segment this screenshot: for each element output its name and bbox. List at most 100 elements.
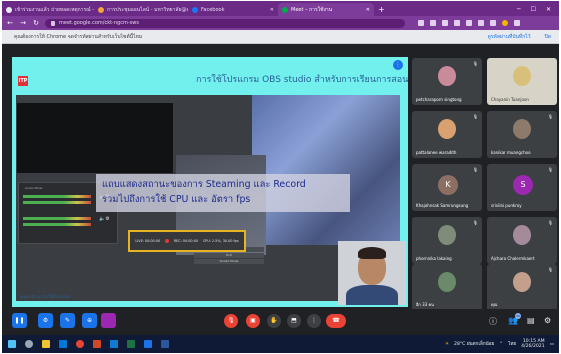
weather-icon: ☀ <box>444 341 450 347</box>
presenter-shirt <box>346 285 398 305</box>
participant-tile[interactable]: 🎙 kanikar muangchoo <box>487 111 557 158</box>
participant-tile-more[interactable]: อีก 33 คน <box>412 264 482 311</box>
participant-name: pattalanee waradith <box>416 150 457 155</box>
color-swatch-button[interactable] <box>101 313 116 328</box>
obs-menu-item[interactable]: Exit <box>194 253 264 258</box>
browser-tab-1[interactable]: เข้าร่วมงานแล้ว ถ่ายทอดเหตุการณ์ - Googl… <box>2 3 94 16</box>
volume-icon[interactable]: 🔈⚙ <box>99 216 110 222</box>
participant-tile[interactable]: 🎙 petcharaporn singtong <box>412 58 482 105</box>
browser-tab-strip: เข้าร่วมงานแล้ว ถ่ายทอดเหตุการณ์ - Googl… <box>2 1 559 16</box>
participant-tile[interactable]: 🎙 Ajchara Chalermkaert <box>487 217 557 264</box>
back-icon[interactable]: ← <box>6 19 14 27</box>
end-call-button[interactable]: ☎ <box>326 314 346 328</box>
participant-avatar-letter: K <box>438 175 458 195</box>
meet-icon <box>282 6 288 13</box>
browser-tab-3[interactable]: Facebook ✕ <box>188 3 278 16</box>
mic-off-icon: 🎙 <box>547 167 553 172</box>
participant-photo <box>438 66 456 86</box>
settings-gear-icon[interactable]: ⚙ <box>38 313 53 328</box>
participant-tile[interactable]: Chayanin Tuanjoon <box>487 58 557 105</box>
notification-icon[interactable]: ▭ <box>550 342 554 347</box>
profile-avatar[interactable] <box>502 20 508 26</box>
windows-taskbar: ☀ 28°C ฝนตกเล็กน้อย ⌃ ไทย 10:15 AM 4/26/… <box>2 335 559 353</box>
slide-caption: แถบแสดงสถานะของการ Steaming และ Record ร… <box>96 174 350 212</box>
participant-tile[interactable]: 🎙 K Khajohnsak Samrungsung <box>412 164 482 211</box>
presenter-badge-icon[interactable]: ⋮ <box>393 60 403 70</box>
extension-icon[interactable] <box>466 20 472 26</box>
pause-icon[interactable]: ❚❚ <box>12 313 27 328</box>
more-options-button[interactable]: ⋮ <box>307 314 321 328</box>
share-icon[interactable] <box>442 20 448 26</box>
lock-icon <box>51 20 55 26</box>
address-bar[interactable]: meet.google.com/ckt-ngcm-sws <box>45 18 405 28</box>
reload-icon[interactable]: ↻ <box>32 19 40 27</box>
close-tab-icon[interactable]: ✕ <box>366 7 370 13</box>
caption-line-2: รวมไปถึงการใช้ CPU และ อัตรา fps <box>102 194 251 205</box>
activities-icon[interactable]: ⚙ <box>544 316 551 325</box>
participant-tile[interactable]: 🎙 phornnika lakaing <box>412 217 482 264</box>
participant-name: คุณ <box>491 302 498 307</box>
participant-tile-self[interactable]: 🎙 คุณ <box>487 264 557 311</box>
meet-taskbar-icon[interactable] <box>144 340 152 348</box>
mic-off-button[interactable]: 🎙 <box>224 314 238 328</box>
excel-icon[interactable] <box>127 340 135 348</box>
mic-off-icon: 🎙 <box>472 61 478 66</box>
people-button[interactable]: 👥 45 <box>508 313 521 325</box>
wifi-icon[interactable]: ⌃ <box>499 342 503 347</box>
tab-label: Facebook <box>201 6 225 13</box>
participant-name: phornnika lakaing <box>416 256 452 261</box>
participant-name: Ajchara Chalermkaert <box>491 256 535 261</box>
key-icon[interactable] <box>430 20 436 26</box>
puzzle-icon[interactable] <box>478 20 484 26</box>
camera-icon[interactable] <box>418 20 424 26</box>
browser-tab-2[interactable]: การประชุมออนไลน์ - มหาวิทยาลัย@ครู ✕ <box>94 3 188 16</box>
pointer-icon[interactable]: ⊕ <box>82 313 97 328</box>
word-icon[interactable] <box>161 340 169 348</box>
chat-icon[interactable]: ▤ <box>527 316 535 325</box>
participant-tile[interactable]: 🎙 pattalanee waradith <box>412 111 482 158</box>
participant-name: Chayanin Tuanjoon <box>491 97 529 102</box>
close-tab-icon[interactable]: ✕ <box>270 7 274 13</box>
search-icon[interactable] <box>25 340 33 348</box>
itp-logo: ITP <box>18 76 28 86</box>
caption-line-1: แถบแสดงสถานะของการ Steaming และ Record <box>102 179 306 190</box>
file-explorer-icon[interactable] <box>42 340 50 348</box>
media-icon[interactable] <box>490 20 496 26</box>
view-passwords-link[interactable]: ดูรหัสผ่านที่บันทึกไว้ <box>488 33 531 41</box>
edge-icon[interactable] <box>59 340 67 348</box>
star-icon[interactable] <box>454 20 460 26</box>
new-tab-button[interactable]: + <box>374 3 389 16</box>
participant-photo <box>438 272 456 292</box>
participant-photo <box>438 225 456 245</box>
close-infobar-button[interactable]: ปิด <box>545 33 551 41</box>
language-indicator[interactable]: ไทย <box>508 341 516 348</box>
minimize-icon[interactable]: ─ <box>517 6 521 13</box>
annotate-pen-icon[interactable]: ✎ <box>60 313 75 328</box>
url-text: meet.google.com/ckt-ngcm-sws <box>59 20 139 26</box>
close-window-icon[interactable]: ✕ <box>546 6 551 13</box>
obs-program-view <box>252 95 400 245</box>
clock-date: 4/26/2021 <box>521 344 545 349</box>
screen: เข้าร่วมงานแล้ว ถ่ายทอดเหตุการณ์ - Googl… <box>2 1 559 353</box>
rec-status: REC: 00:00:00 <box>173 239 199 243</box>
powerpoint-icon[interactable] <box>93 340 101 348</box>
maximize-icon[interactable]: ☐ <box>531 6 536 13</box>
presentation-title: การใช้โปรแกรม OBS studio สำหรับการเรียนก… <box>196 75 408 85</box>
weather-text[interactable]: 28°C ฝนตกเล็กน้อย <box>454 341 494 348</box>
browser-tab-meet[interactable]: Meet – การใช้งาน ✕ <box>278 3 374 16</box>
present-button[interactable]: ⬒ <box>287 314 301 328</box>
camera-off-button[interactable]: ▣ <box>246 314 260 328</box>
infobar-message: คุณต้องการให้ Chrome จดจำรหัสผ่านสำหรับเ… <box>14 33 143 40</box>
forward-icon[interactable]: → <box>19 19 27 27</box>
mic-off-icon: 🎙 <box>472 114 478 119</box>
clock[interactable]: 10:15 AM 4/26/2021 <box>521 339 545 349</box>
ie-icon[interactable] <box>110 340 118 348</box>
chrome-icon[interactable] <box>76 340 84 348</box>
mic-off-icon: 🎙 <box>547 267 553 272</box>
participant-tile[interactable]: 🎙 S srivilai punkroy <box>487 164 557 211</box>
info-icon[interactable]: ⓘ <box>489 316 497 327</box>
obs-menu-item[interactable]: Studio Mode <box>194 259 264 264</box>
windows-start-icon[interactable] <box>8 340 16 348</box>
raise-hand-button[interactable]: ✋ <box>267 314 281 328</box>
menu-icon[interactable] <box>514 20 520 26</box>
